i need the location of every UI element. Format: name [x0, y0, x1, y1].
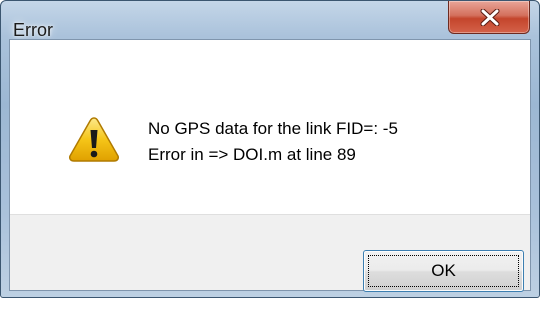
dialog-client-area: No GPS data for the link FID=: -5 Error …: [9, 39, 531, 292]
message-area: No GPS data for the link FID=: -5 Error …: [10, 40, 530, 214]
close-x-icon: [480, 9, 500, 26]
ok-button[interactable]: OK: [363, 250, 524, 292]
window-title: Error: [13, 20, 53, 40]
button-bar: OK: [10, 214, 530, 292]
message-line-1: No GPS data for the link FID=: -5: [148, 119, 398, 138]
warning-icon: [69, 117, 119, 162]
close-button[interactable]: [448, 1, 530, 34]
message-line-2: Error in => DOI.m at line 89: [148, 145, 356, 164]
error-message: No GPS data for the link FID=: -5 Error …: [148, 116, 398, 168]
ok-button-label: OK: [431, 261, 456, 280]
error-dialog-window: Error No GPS data for the link FID=: -5 …: [0, 0, 540, 298]
